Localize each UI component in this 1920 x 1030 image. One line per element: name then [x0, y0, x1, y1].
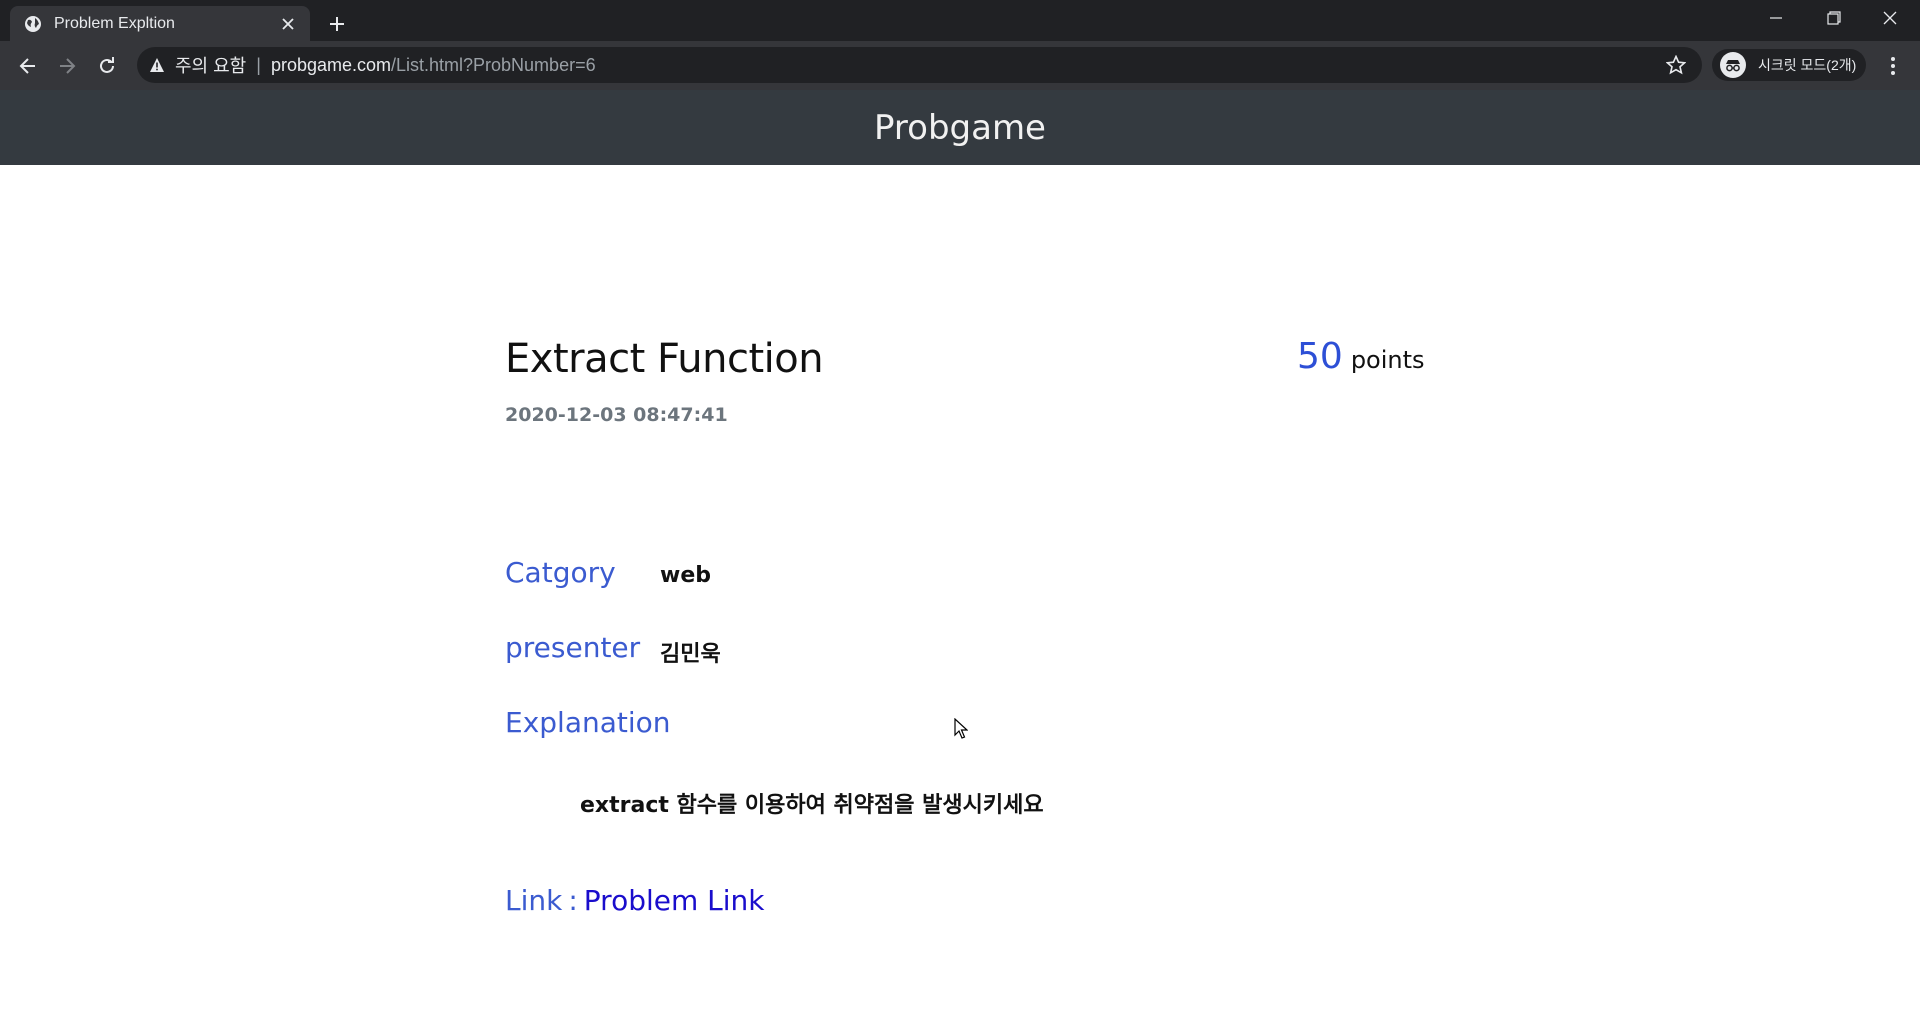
problem-points: 50 points: [1297, 336, 1425, 377]
problem-date: 2020-12-03 08:47:41: [505, 404, 728, 426]
url-host: probgame.com: [270, 54, 391, 75]
browser-tab-strip: Problem Expltion: [0, 0, 1920, 41]
star-icon[interactable]: [1664, 53, 1688, 77]
window-close-icon[interactable]: [1862, 0, 1918, 36]
restore-icon[interactable]: [1806, 0, 1862, 36]
points-value: 50: [1297, 336, 1343, 377]
plus-icon[interactable]: [322, 9, 352, 39]
browser-tab-active[interactable]: Problem Expltion: [10, 6, 310, 41]
link-label: Link: [505, 884, 563, 917]
security-warning-label[interactable]: 주의 요함: [175, 52, 246, 78]
arrow-right-icon[interactable]: [51, 50, 83, 82]
problem-link-row: Link: Problem Link: [505, 884, 765, 917]
arrow-left-icon[interactable]: [12, 50, 44, 82]
warning-triangle-icon[interactable]: [149, 57, 165, 73]
explanation-label: Explanation: [505, 706, 671, 739]
minimize-icon[interactable]: [1748, 0, 1804, 36]
points-unit: points: [1350, 346, 1425, 374]
category-label: Catgory: [505, 556, 616, 589]
presenter-value: 김민욱: [660, 642, 721, 667]
kebab-menu-icon[interactable]: [1878, 50, 1908, 82]
reload-icon[interactable]: [91, 50, 123, 82]
incognito-icon: [1720, 52, 1746, 78]
address-separator: |: [256, 54, 261, 75]
incognito-indicator[interactable]: 시크릿 모드(2개): [1712, 49, 1866, 81]
incognito-label: 시크릿 모드(2개): [1758, 57, 1857, 73]
problem-link[interactable]: Problem Link: [584, 884, 765, 917]
url-path: /List.html?ProbNumber=6: [391, 54, 596, 75]
category-value: web: [660, 563, 711, 588]
close-icon[interactable]: [278, 14, 298, 34]
site-header: Probgame: [0, 90, 1920, 165]
browser-toolbar: 주의 요함 | probgame.com/List.html?ProbNumbe…: [0, 41, 1920, 90]
site-title[interactable]: Probgame: [874, 108, 1046, 148]
globe-icon: [24, 15, 42, 33]
presenter-label: presenter: [505, 631, 641, 664]
tab-title: Problem Expltion: [54, 14, 175, 32]
address-bar[interactable]: 주의 요함 | probgame.com/List.html?ProbNumbe…: [137, 47, 1702, 83]
problem-title: Extract Function: [505, 336, 824, 382]
mouse-cursor-icon: [954, 717, 969, 740]
link-separator: :: [568, 884, 578, 917]
explanation-text: extract 함수를 이용하여 취약점을 발생시키세요: [580, 793, 1044, 818]
